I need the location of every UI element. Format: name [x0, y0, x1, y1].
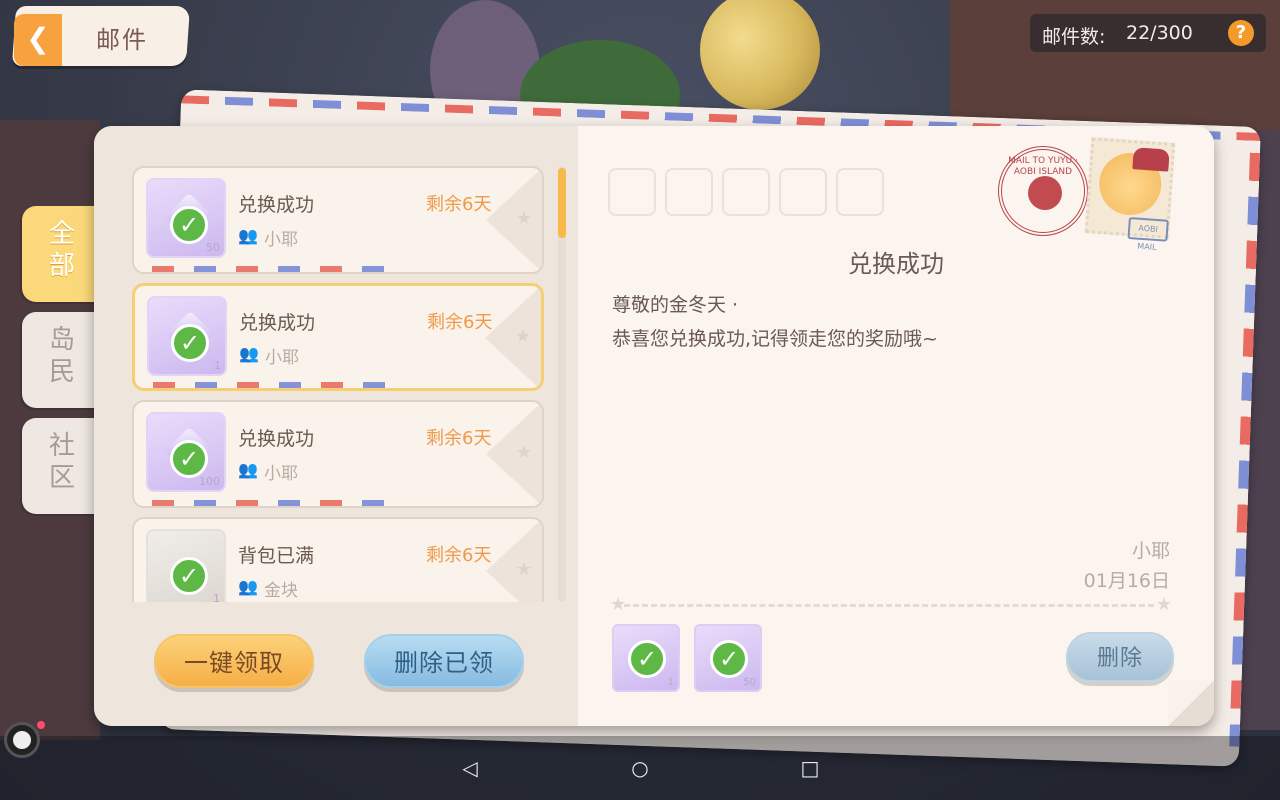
star-icon: ★: [515, 442, 532, 463]
dashed-divider: [624, 604, 1154, 607]
nav-recents-icon[interactable]: □: [798, 756, 822, 780]
postmark-seal-icon: MAIL TO YUYU · AOBI ISLAND: [998, 146, 1088, 236]
nav-back-icon[interactable]: ◁: [458, 756, 482, 780]
star-icon: ★: [515, 208, 532, 229]
mail-sender: 金块: [264, 581, 298, 601]
check-icon: ✓: [710, 640, 748, 678]
delete-claimed-button[interactable]: 删除已领: [364, 634, 524, 688]
star-icon: ★: [515, 559, 532, 580]
mail-item[interactable]: ✓ 100 兑换成功 👥 小耶 剩余6天 ★: [132, 400, 544, 508]
tab-community[interactable]: 社区: [22, 418, 102, 514]
mail-remaining: 剩余6天: [426, 428, 492, 449]
tab-label: 岛民: [48, 325, 75, 387]
notification-dot: [37, 721, 45, 729]
reward-item[interactable]: ✓ 50: [694, 624, 762, 692]
item-quantity: 100: [199, 475, 220, 488]
postmark-label: AOBI MAIL: [1127, 216, 1169, 252]
airmail-stripe: [152, 500, 402, 506]
delete-button[interactable]: 删除: [1066, 632, 1174, 682]
people-icon: 👥: [238, 226, 258, 245]
mail-detail-title: 兑换成功: [848, 250, 944, 278]
people-icon: 👥: [238, 460, 258, 479]
stamp-slot: [836, 168, 884, 216]
people-icon: 👥: [238, 577, 258, 596]
tab-all[interactable]: 全部: [22, 206, 102, 302]
reward-item[interactable]: ✓ 1: [612, 624, 680, 692]
airmail-stripe: [152, 266, 402, 272]
claim-all-button[interactable]: 一键领取: [154, 634, 314, 688]
item-quantity: 1: [214, 359, 221, 372]
stamp-slot: [665, 168, 713, 216]
check-icon: ✓: [170, 557, 208, 595]
reward-quantity: 50: [743, 677, 756, 688]
check-icon: ✓: [171, 324, 209, 362]
character-stamp-icon: AOBI MAIL: [1084, 137, 1176, 252]
assistive-touch-icon[interactable]: [4, 721, 45, 758]
mail-item[interactable]: ✓ 1 背包已满 👥 金块 剩余6天 ★: [132, 517, 544, 602]
mail-count-label: 邮件数:: [1042, 26, 1106, 48]
stamp-slot: [722, 168, 770, 216]
mail-sender: 小耶: [264, 464, 298, 484]
mail-sender: 小耶: [265, 348, 299, 368]
mail-greeting: 尊敬的金冬天 ·: [612, 294, 739, 316]
star-icon: ★: [1156, 594, 1173, 615]
tab-label: 全部: [48, 219, 75, 281]
mail-list[interactable]: ✓ 50 兑换成功 👥 小耶 剩余6天 ★ ✓ 1 兑换成功 👥 小耶 剩余6天…: [132, 166, 546, 602]
crystal-reward-icon: ✓ 100: [146, 412, 226, 492]
bear-icon: [1028, 176, 1062, 210]
mail-remaining: 剩余6天: [427, 312, 493, 333]
stamp-slot: [608, 168, 656, 216]
crystal-reward-icon: ✓ 50: [146, 178, 226, 258]
mail-detail-sender: 小耶: [1131, 540, 1170, 562]
mail-remaining: 剩余6天: [426, 545, 492, 566]
item-quantity: 1: [213, 592, 220, 602]
check-icon: ✓: [170, 440, 208, 478]
mail-message: 恭喜您兑换成功,记得领走您的奖励哦~: [612, 328, 938, 350]
people-icon: 👥: [239, 344, 259, 363]
airmail-stripe: [153, 382, 403, 388]
mail-title: 兑换成功: [238, 428, 315, 450]
mail-item[interactable]: ✓ 50 兑换成功 👥 小耶 剩余6天 ★: [132, 166, 544, 274]
star-icon: ★: [514, 326, 531, 347]
page-curl: [1168, 680, 1214, 726]
mail-item[interactable]: ✓ 1 兑换成功 👥 小耶 剩余6天 ★: [132, 283, 544, 391]
mail-count-badge: 邮件数: 22/300 ?: [1030, 14, 1266, 52]
mail-detail-body: 尊敬的金冬天 · 恭喜您兑换成功,记得领走您的奖励哦~: [612, 288, 1172, 356]
seal-text: MAIL TO YUYU · AOBI ISLAND: [1008, 156, 1078, 177]
mail-title: 兑换成功: [238, 194, 315, 216]
stamp-slot: [779, 168, 827, 216]
check-icon: ✓: [170, 206, 208, 244]
tab-islanders[interactable]: 岛民: [22, 312, 102, 408]
mail-title: 兑换成功: [239, 312, 316, 334]
mail-remaining: 剩余6天: [426, 194, 492, 215]
mail-sender: 小耶: [264, 230, 298, 250]
mail-detail-date: 01月16日: [1083, 570, 1170, 592]
help-icon[interactable]: ?: [1228, 20, 1254, 46]
scroll-reward-icon: ✓ 1: [147, 296, 227, 376]
nav-home-icon[interactable]: ○: [628, 756, 652, 780]
gold-bar-icon: ✓ 1: [146, 529, 226, 602]
scrollbar-thumb[interactable]: [558, 168, 566, 238]
postage-stamp: MAIL TO YUYU · AOBI ISLAND AOBI MAIL: [998, 137, 1178, 252]
reward-quantity: 1: [667, 677, 674, 688]
mail-panel: ✓ 50 兑换成功 👥 小耶 剩余6天 ★ ✓ 1 兑换成功 👥 小耶 剩余6天…: [94, 126, 1214, 726]
back-arrow-icon[interactable]: ❮: [24, 24, 52, 54]
page-title: 邮件: [96, 26, 148, 54]
check-icon: ✓: [628, 640, 666, 678]
background-moon: [700, 0, 820, 110]
tab-label: 社区: [48, 431, 75, 493]
mail-title: 背包已满: [238, 545, 315, 567]
mail-list-pane: ✓ 50 兑换成功 👥 小耶 剩余6天 ★ ✓ 1 兑换成功 👥 小耶 剩余6天…: [94, 126, 578, 726]
item-quantity: 50: [206, 241, 220, 254]
mail-count-value: 22/300: [1126, 22, 1193, 44]
